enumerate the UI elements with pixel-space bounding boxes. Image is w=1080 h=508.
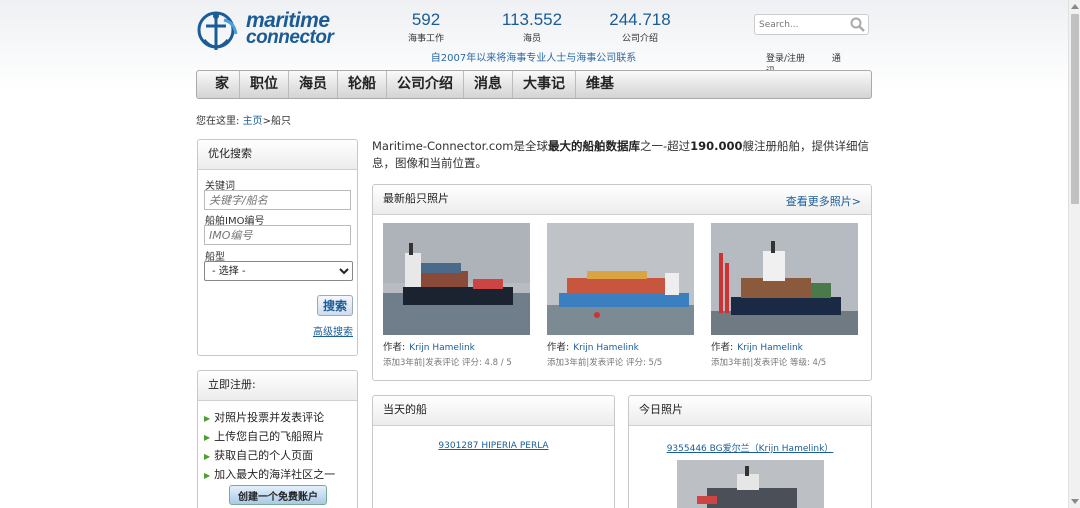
intro-text: Maritime-Connector.com是全球最大的船舶数据库之一-超过19…	[372, 138, 872, 172]
photo-of-day-link[interactable]: 9355446 BG爱尔兰（Krijn Hamelink）	[629, 441, 871, 454]
register-benefits-list: ▶ 对照片投票并发表评论 ▶ 上传您自己的飞船照片 ▶ 获取自己的个人页面 ▶ 加入最大…	[204, 409, 335, 485]
login-register-link[interactable]: 登录/注册	[766, 54, 805, 64]
ship-photo-card: 作者: Krijn Hamelink 添加3年前|发表评论 等级: 4/5	[711, 223, 859, 368]
author-label: 作者:	[547, 342, 570, 353]
author-label: 作者:	[383, 342, 406, 353]
refine-search-panel: 优化搜索 关键词 船舶IMO编号 船型 - 选择 - 搜索 高级搜索	[197, 139, 358, 356]
ship-photo-card: 作者: Krijn Hamelink 添加3年前|发表评论 评分: 5/5	[547, 223, 695, 368]
scroll-down-icon[interactable]	[1071, 499, 1079, 504]
nav-events[interactable]: 大事记	[513, 71, 576, 98]
create-account-button[interactable]: 创建一个免费账户	[229, 485, 327, 505]
ship-photo-card: 作者: Krijn Hamelink 添加3年前|发表评论 评分: 4.8 / 5	[383, 223, 531, 368]
ship-of-day-title: 当天的船	[373, 396, 614, 426]
benefit-text: 获取自己的个人页面	[214, 449, 314, 462]
site-logo[interactable]: maritime connector	[196, 8, 346, 60]
list-item: ▶ 获取自己的个人页面	[204, 447, 335, 466]
photo-author: 作者: Krijn Hamelink	[383, 339, 531, 353]
intro-part1: Maritime-Connector.com是全球	[372, 139, 548, 153]
author-label: 作者:	[711, 342, 734, 353]
intro-bold2: 190.000	[690, 139, 743, 153]
nav-home[interactable]: 家	[205, 71, 240, 98]
stat-label: 海事工作	[407, 34, 444, 44]
stat-jobs[interactable]: 592 海事工作	[386, 10, 466, 44]
refine-search-title: 优化搜索	[198, 140, 357, 170]
stat-number: 113.552	[501, 10, 563, 29]
arrow-right-icon: ▶	[204, 471, 211, 480]
search-input[interactable]	[755, 15, 847, 34]
stat-number: 244.718	[609, 10, 671, 29]
ship-photo-image[interactable]	[383, 223, 530, 335]
nav-news[interactable]: 消息	[464, 71, 513, 98]
tagline: 自2007年以来将海事专业人士与海事公司联系	[430, 53, 637, 64]
site-search	[754, 14, 869, 35]
breadcrumb: 您在这里: 主页>船只	[196, 112, 291, 127]
photo-meta: 添加3年前|发表评论 等级: 4/5	[711, 358, 827, 368]
photo-author: 作者: Krijn Hamelink	[711, 339, 859, 353]
imo-input[interactable]	[204, 225, 351, 245]
page: maritime connector 592 海事工作 113.552 海员 2…	[196, 0, 872, 508]
stat-number: 592	[411, 10, 441, 29]
photo-meta: 添加3年前|发表评论 评分: 5/5	[547, 358, 663, 368]
main-nav: 家 职位 海员 轮船 公司介绍 消息 大事记 维基	[196, 70, 872, 99]
nav-jobs[interactable]: 职位	[240, 71, 289, 98]
author-link[interactable]: Krijn Hamelink	[409, 343, 475, 353]
breadcrumb-current: 船只	[270, 116, 291, 127]
logo-text-line2: connector	[246, 27, 334, 48]
register-panel: 立即注册: ▶ 对照片投票并发表评论 ▶ 上传您自己的飞船照片 ▶ 获取自己的个人页面…	[197, 370, 358, 508]
ship-photo-image[interactable]	[711, 223, 858, 335]
page-scrollbar[interactable]	[1068, 0, 1080, 508]
list-item: ▶ 对照片投票并发表评论	[204, 409, 335, 428]
breadcrumb-separator: >	[262, 116, 271, 127]
stat-seafarers[interactable]: 113.552 海员	[492, 10, 572, 44]
scroll-up-icon[interactable]	[1071, 4, 1079, 9]
benefit-text: 加入最大的海洋社区之一	[214, 468, 336, 481]
keyword-input[interactable]	[204, 190, 351, 210]
list-item: ▶ 加入最大的海洋社区之一	[204, 466, 335, 485]
ship-type-select[interactable]: - 选择 -	[204, 261, 353, 281]
ship-of-day-link[interactable]: 9301287 HIPERIA PERLA	[373, 441, 614, 451]
author-link[interactable]: Krijn Hamelink	[737, 343, 803, 353]
intro-bold1: 最大的船舶数据库	[548, 139, 640, 153]
stat-label: 公司介绍	[621, 34, 658, 44]
author-link[interactable]: Krijn Hamelink	[573, 343, 639, 353]
breadcrumb-home-link[interactable]: 主页	[243, 116, 263, 127]
stat-label: 海员	[522, 34, 541, 44]
photo-of-day-panel: 今日照片 9355446 BG爱尔兰（Krijn Hamelink）	[628, 395, 872, 508]
arrow-right-icon: ▶	[204, 414, 211, 423]
photo-of-day-image[interactable]	[677, 460, 824, 508]
benefit-text: 对照片投票并发表评论	[214, 411, 325, 424]
photo-meta: 添加3年前|发表评论 评分: 4.8 / 5	[383, 358, 512, 368]
arrow-right-icon: ▶	[204, 433, 211, 442]
list-item: ▶ 上传您自己的飞船照片	[204, 428, 335, 447]
search-button[interactable]: 搜索	[317, 295, 353, 316]
nav-seafarers[interactable]: 海员	[289, 71, 338, 98]
benefit-text: 上传您自己的飞船照片	[214, 430, 325, 443]
advanced-search-link[interactable]: 高级搜索	[313, 323, 353, 338]
photo-of-day-title: 今日照片	[629, 396, 871, 426]
intro-part2: 之一-超过	[640, 139, 691, 153]
stat-companies[interactable]: 244.718 公司介绍	[600, 10, 680, 44]
nav-ships[interactable]: 轮船	[338, 71, 387, 98]
nav-companies[interactable]: 公司介绍	[387, 71, 464, 98]
breadcrumb-prefix: 您在这里:	[196, 116, 240, 127]
logo-anchor-icon	[197, 11, 238, 50]
see-more-photos-link[interactable]: 查看更多照片>	[786, 193, 861, 209]
search-icon[interactable]	[850, 17, 865, 32]
nav-wiki[interactable]: 维基	[576, 71, 624, 98]
photo-author: 作者: Krijn Hamelink	[547, 339, 695, 353]
ship-of-day-panel: 当天的船 9301287 HIPERIA PERLA	[372, 395, 615, 508]
latest-photos-panel: 最新船只照片 查看更多照片> 作者: Krijn Hamelink 添加3年前|发…	[372, 184, 872, 381]
scrollbar-thumb[interactable]	[1071, 14, 1079, 204]
arrow-right-icon: ▶	[204, 452, 211, 461]
ship-photo-image[interactable]	[547, 223, 694, 335]
register-title: 立即注册:	[198, 371, 357, 401]
